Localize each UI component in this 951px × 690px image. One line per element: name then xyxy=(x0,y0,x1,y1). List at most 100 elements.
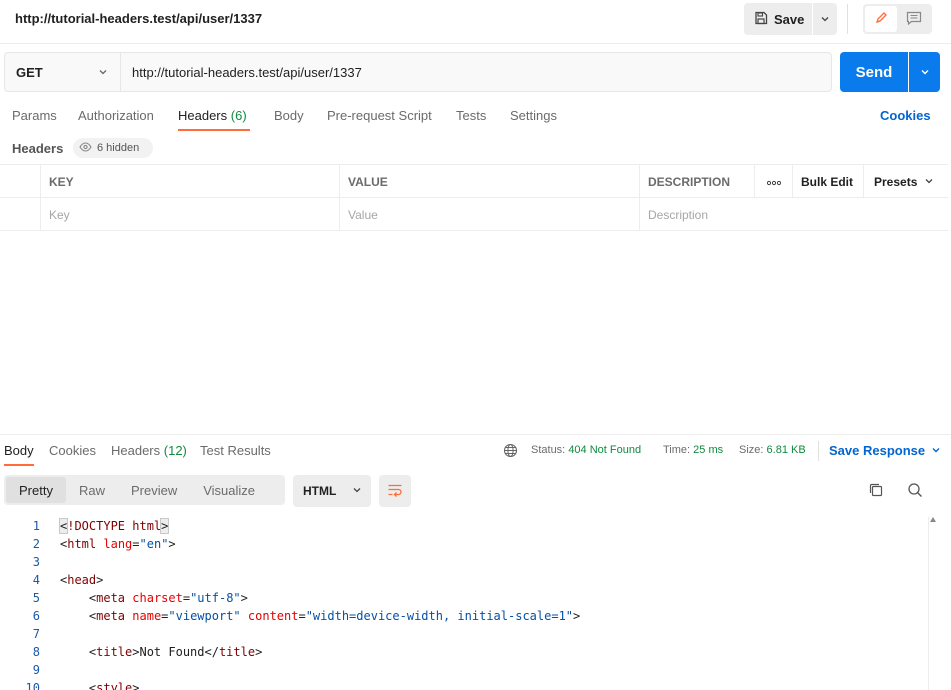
tab-headers[interactable]: Headers (6) xyxy=(178,108,247,123)
pencil-icon xyxy=(874,11,888,28)
editor-mode-toggle xyxy=(863,4,932,34)
code-text: <meta name="viewport" content="width=dev… xyxy=(60,609,581,623)
code-line: 2 <html lang="en"> xyxy=(0,535,930,553)
line-number: 10 xyxy=(25,681,40,690)
presets-label: Presets xyxy=(874,174,918,189)
response-tab-body[interactable]: Body xyxy=(4,443,34,458)
time-display[interactable]: Time: 25 ms xyxy=(663,444,723,456)
key-input[interactable]: Key xyxy=(40,198,340,231)
more-options-button[interactable] xyxy=(754,165,792,198)
chevron-down-icon xyxy=(820,12,830,27)
response-code-viewer[interactable]: 1 <!DOCTYPE html> 2 <html lang="en"> 3 4 <head… xyxy=(0,517,930,690)
time-value: 25 ms xyxy=(693,444,724,456)
save-icon xyxy=(754,11,768,28)
line-number: 9 xyxy=(32,663,40,677)
tab-body[interactable]: Body xyxy=(274,108,304,123)
size-display[interactable]: Size: 6.81 KB xyxy=(739,444,806,456)
copy-icon xyxy=(868,482,884,501)
code-text: <html lang="en"> xyxy=(60,537,176,551)
request-title[interactable]: http://tutorial-headers.test/api/user/13… xyxy=(15,11,262,26)
view-preview-button[interactable]: Preview xyxy=(118,477,190,503)
tab-headers-count: (6) xyxy=(230,108,247,123)
line-number: 2 xyxy=(32,537,40,551)
tab-settings[interactable]: Settings xyxy=(510,108,557,123)
column-description: DESCRIPTION xyxy=(639,165,754,198)
code-line: 4 <head> xyxy=(0,571,930,589)
response-tab-headers-count: (12) xyxy=(163,443,187,458)
line-number: 8 xyxy=(32,645,40,659)
wrap-lines-button[interactable] xyxy=(379,475,411,507)
status-label: Status: xyxy=(531,444,566,456)
code-line: 5 <meta charset="utf-8"> xyxy=(0,589,930,607)
bulk-edit-label: Bulk Edit xyxy=(801,174,854,189)
comments-mode-button[interactable] xyxy=(899,6,931,32)
tab-authorization[interactable]: Authorization xyxy=(78,108,154,123)
response-tab-headers[interactable]: Headers (12) xyxy=(111,443,187,458)
line-number: 4 xyxy=(32,573,40,587)
top-bar: http://tutorial-headers.test/api/user/13… xyxy=(0,0,951,44)
tab-tests[interactable]: Tests xyxy=(456,108,486,123)
view-visualize-button[interactable]: Visualize xyxy=(190,477,268,503)
send-group: Send xyxy=(840,52,940,92)
cookies-link[interactable]: Cookies xyxy=(880,108,931,123)
headers-table: KEY VALUE DESCRIPTION Bulk Edit Presets … xyxy=(0,164,948,231)
active-response-tab-indicator xyxy=(4,464,34,466)
line-number: 7 xyxy=(32,627,40,641)
comment-icon xyxy=(906,11,922,28)
response-tab-cookies[interactable]: Cookies xyxy=(49,443,96,458)
save-group: Save xyxy=(744,3,837,35)
more-horizontal-icon xyxy=(766,175,781,189)
bulk-edit-button[interactable]: Bulk Edit xyxy=(792,165,863,198)
size-value: 6.81 KB xyxy=(766,444,806,456)
language-select[interactable]: HTML xyxy=(293,475,371,507)
line-number: 1 xyxy=(32,519,40,533)
tab-pre-request-script[interactable]: Pre-request Script xyxy=(327,108,432,123)
code-line: 9 xyxy=(0,661,930,679)
response-tab-headers-label: Headers xyxy=(111,443,161,458)
view-raw-button[interactable]: Raw xyxy=(66,477,118,503)
globe-icon[interactable] xyxy=(503,443,518,461)
code-line: 8 <title>Not Found</title> xyxy=(0,643,930,661)
description-input[interactable]: Description xyxy=(639,198,948,231)
scroll-up-icon[interactable] xyxy=(930,517,936,522)
tab-params[interactable]: Params xyxy=(12,108,57,123)
copy-button[interactable] xyxy=(866,481,886,501)
search-button[interactable] xyxy=(905,481,925,501)
column-key: KEY xyxy=(40,165,340,198)
code-scrollbar[interactable] xyxy=(928,517,938,690)
view-pretty-button[interactable]: Pretty xyxy=(6,477,66,503)
column-value: VALUE xyxy=(339,165,639,198)
method-select[interactable]: GET xyxy=(4,52,120,92)
save-options-button[interactable] xyxy=(813,3,837,35)
code-line: 6 <meta name="viewport" content="width=d… xyxy=(0,607,930,625)
url-input[interactable]: http://tutorial-headers.test/api/user/13… xyxy=(120,52,832,92)
code-text: <meta charset="utf-8"> xyxy=(60,591,248,605)
send-button[interactable]: Send xyxy=(840,52,908,92)
chevron-down-icon xyxy=(98,65,108,80)
edit-mode-button[interactable] xyxy=(865,6,897,32)
url-text: http://tutorial-headers.test/api/user/13… xyxy=(132,64,362,80)
save-response-button[interactable]: Save Response xyxy=(829,443,941,458)
response-divider[interactable] xyxy=(0,434,951,435)
value-input[interactable]: Value xyxy=(339,198,639,231)
divider xyxy=(847,4,848,34)
chevron-down-icon xyxy=(352,484,362,498)
save-button[interactable]: Save xyxy=(744,3,812,35)
line-number: 5 xyxy=(32,591,40,605)
status-value: 404 Not Found xyxy=(568,444,642,456)
hidden-headers-toggle[interactable]: 6 hidden xyxy=(73,138,153,158)
eye-icon xyxy=(79,141,92,155)
presets-dropdown[interactable]: Presets xyxy=(863,165,948,198)
response-tab-test-results[interactable]: Test Results xyxy=(200,443,271,458)
code-text: <style> xyxy=(60,681,140,690)
line-number: 6 xyxy=(32,609,40,623)
response-view-toggle: Pretty Raw Preview Visualize xyxy=(4,475,285,505)
send-options-button[interactable] xyxy=(909,52,940,92)
code-text: <head> xyxy=(60,573,104,587)
status-display[interactable]: Status: 404 Not Found xyxy=(531,444,641,456)
code-line: 10 <style> xyxy=(0,679,930,690)
chevron-down-icon xyxy=(920,65,930,80)
code-line: 7 xyxy=(0,625,930,643)
request-tabs: Params Authorization Headers (6) Body Pr… xyxy=(0,100,951,132)
time-label: Time: xyxy=(663,444,691,456)
